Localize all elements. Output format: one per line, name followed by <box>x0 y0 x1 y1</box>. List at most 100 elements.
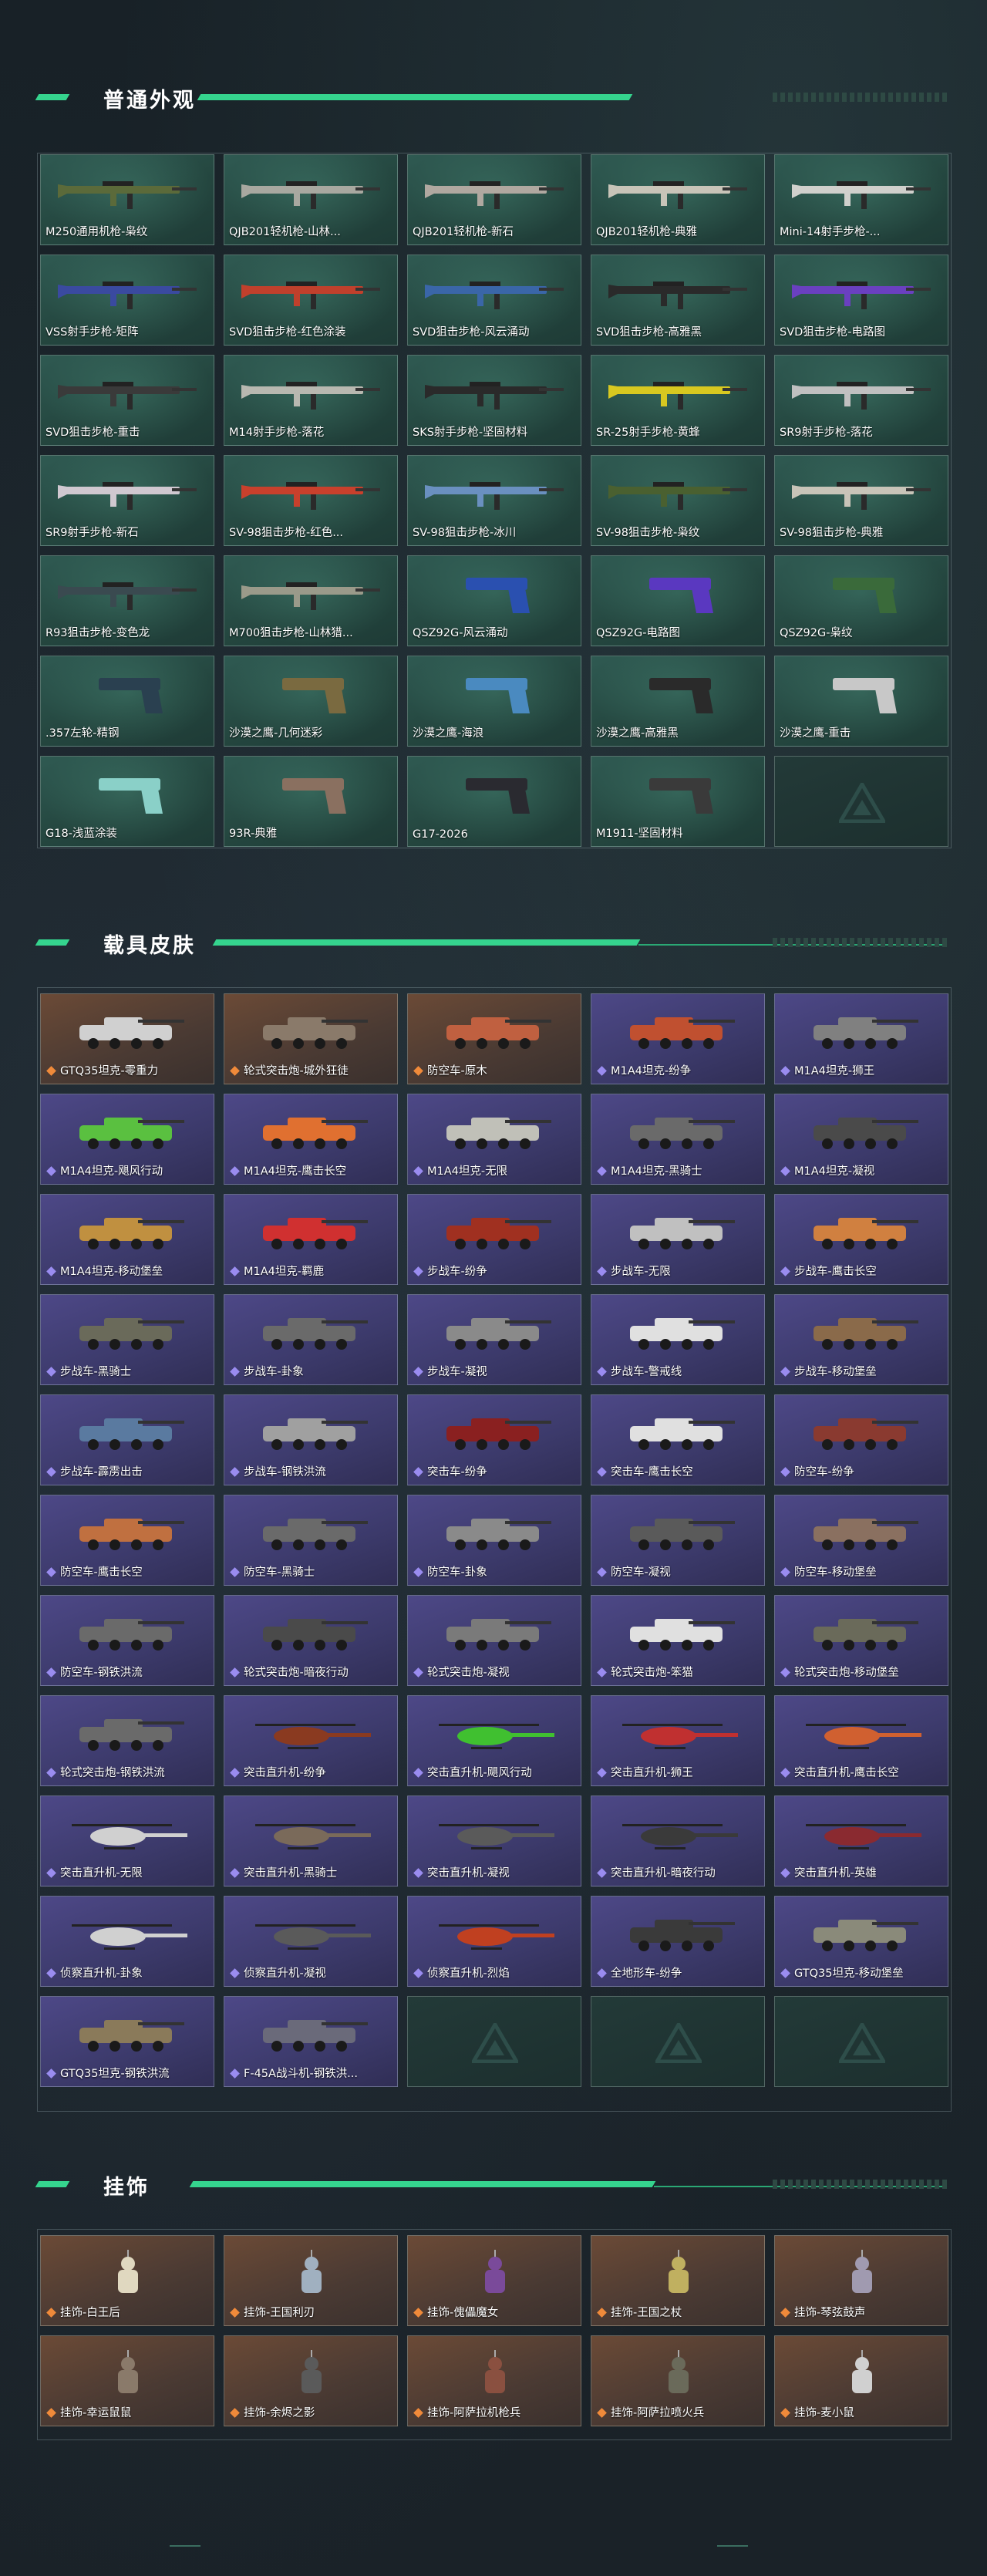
charm-card[interactable]: 挂饰-傀儡魔女 <box>407 2235 581 2326</box>
vehicle-skin-card[interactable]: 步战车-凝视 <box>407 1294 581 1385</box>
charm-card[interactable]: 挂饰-余烬之影 <box>224 2335 398 2426</box>
vehicle-skin-card[interactable]: 步战车-移动堡垒 <box>774 1294 948 1385</box>
weapon-skin-card[interactable]: SVD狙击步枪-重击 <box>40 355 214 446</box>
vehicle-skin-card[interactable]: 步战车-鹰击长空 <box>774 1194 948 1285</box>
vehicle-skin-card[interactable]: 步战车-黑骑士 <box>40 1294 214 1385</box>
vehicle-skin-card[interactable]: 防空车-鹰击长空 <box>40 1495 214 1586</box>
weapon-skin-card[interactable]: QSZ92G-风云涌动 <box>407 555 581 646</box>
weapon-skin-card[interactable]: SVD狙击步枪-风云涌动 <box>407 255 581 346</box>
vehicle-skin-card[interactable]: 突击直升机-纷争 <box>224 1695 398 1786</box>
vehicle-skin-card[interactable]: M1A4坦克-鹰击长空 <box>224 1094 398 1185</box>
weapon-skin-card[interactable]: SVD狙击步枪-电路图 <box>774 255 948 346</box>
weapon-skin-card[interactable]: .357左轮-精钢 <box>40 656 214 747</box>
weapon-skin-card[interactable]: R93狙击步枪-变色龙 <box>40 555 214 646</box>
vehicle-skin-card[interactable]: 防空车-卦象 <box>407 1495 581 1586</box>
vehicle-skin-card[interactable]: 突击直升机-狮王 <box>591 1695 765 1786</box>
vehicle-skin-card[interactable]: GTQ35坦克-移动堡垒 <box>774 1896 948 1987</box>
weapon-skin-card[interactable]: 沙漠之鹰-海浪 <box>407 656 581 747</box>
vehicle-skin-card[interactable]: 轮式突击炮-笨猫 <box>591 1595 765 1686</box>
vehicle-skin-card[interactable]: 轮式突击炮-凝视 <box>407 1595 581 1686</box>
vehicle-skin-card[interactable]: 轮式突击炮-暗夜行动 <box>224 1595 398 1686</box>
weapon-skin-card[interactable]: QSZ92G-电路图 <box>591 555 765 646</box>
vehicle-skin-card[interactable]: M1A4坦克-黑骑士 <box>591 1094 765 1185</box>
weapon-skin-card[interactable]: SKS射手步枪-坚固材料 <box>407 355 581 446</box>
weapon-skin-card[interactable]: SR9射手步枪-新石 <box>40 455 214 546</box>
vehicle-skin-card[interactable]: 步战车-警戒线 <box>591 1294 765 1385</box>
weapon-skin-card[interactable]: SV-98狙击步枪-典雅 <box>774 455 948 546</box>
weapon-skin-card[interactable]: QSZ92G-枭纹 <box>774 555 948 646</box>
vehicle-skin-card[interactable]: GTQ35坦克-零重力 <box>40 993 214 1084</box>
vehicle-skin-card[interactable]: 防空车-纷争 <box>774 1394 948 1485</box>
vehicle-skin-card[interactable]: 防空车-黑骑士 <box>224 1495 398 1586</box>
weapon-skin-card[interactable]: SVD狙击步枪-高雅黑 <box>591 255 765 346</box>
vehicle-skin-card[interactable]: M1A4坦克-纷争 <box>591 993 765 1084</box>
weapon-skin-card[interactable]: 沙漠之鹰-几何迷彩 <box>224 656 398 747</box>
vehicle-skin-card[interactable]: 突击直升机-英雄 <box>774 1795 948 1886</box>
vehicle-image <box>79 1719 184 1751</box>
vehicle-skin-card[interactable]: F-45A战斗机-钢铁洪... <box>224 1996 398 2087</box>
vehicle-skin-card[interactable]: 防空车-移动堡垒 <box>774 1495 948 1586</box>
vehicle-skin-card[interactable]: 步战车-无限 <box>591 1194 765 1285</box>
weapon-skin-card[interactable]: QJB201轻机枪-典雅 <box>591 154 765 245</box>
charm-card[interactable]: 挂饰-幸运鼠鼠 <box>40 2335 214 2426</box>
vehicle-skin-card[interactable]: 突击直升机-鹰击长空 <box>774 1695 948 1786</box>
vehicle-skin-card[interactable]: M1A4坦克-狮王 <box>774 993 948 1084</box>
vehicle-skin-card[interactable]: 突击车-纷争 <box>407 1394 581 1485</box>
vehicle-skin-card[interactable]: 防空车-钢铁洪流 <box>40 1595 214 1686</box>
weapon-skin-card[interactable]: G18-浅蓝涂装 <box>40 756 214 847</box>
vehicle-skin-card[interactable]: 突击直升机-凝视 <box>407 1795 581 1886</box>
vehicle-skin-card[interactable]: M1A4坦克-无限 <box>407 1094 581 1185</box>
charm-card[interactable]: 挂饰-白王后 <box>40 2235 214 2326</box>
weapon-skin-card[interactable]: SVD狙击步枪-红色涂装 <box>224 255 398 346</box>
weapon-skin-card[interactable]: 93R-典雅 <box>224 756 398 847</box>
vehicle-skin-card[interactable]: 突击直升机-暗夜行动 <box>591 1795 765 1886</box>
weapon-skin-card[interactable]: M700狙击步枪-山林猎... <box>224 555 398 646</box>
vehicle-skin-card[interactable]: M1A4坦克-羁鹿 <box>224 1194 398 1285</box>
charm-card[interactable]: 挂饰-阿萨拉机枪兵 <box>407 2335 581 2426</box>
weapon-skin-card[interactable]: SV-98狙击步枪-枭纹 <box>591 455 765 546</box>
card-label-text: M1A4坦克-鹰击长空 <box>244 1165 347 1178</box>
charm-card[interactable]: 挂饰-麦小鼠 <box>774 2335 948 2426</box>
vehicle-skin-card[interactable]: 侦察直升机-烈焰 <box>407 1896 581 1987</box>
vehicle-skin-card[interactable]: 突击车-鹰击长空 <box>591 1394 765 1485</box>
vehicle-skin-card[interactable]: M1A4坦克-飓风行动 <box>40 1094 214 1185</box>
card-label: M1A4坦克-黑骑士 <box>596 1162 761 1178</box>
charm-card[interactable]: 挂饰-王国利刃 <box>224 2235 398 2326</box>
weapon-skin-card[interactable]: Mini-14射手步枪-... <box>774 154 948 245</box>
vehicle-skin-card[interactable]: 轮式突击炮-钢铁洪流 <box>40 1695 214 1786</box>
weapon-skin-card[interactable]: 沙漠之鹰-高雅黑 <box>591 656 765 747</box>
vehicle-skin-card[interactable]: 侦察直升机-凝视 <box>224 1896 398 1987</box>
weapon-skin-card[interactable]: M1911-坚固材料 <box>591 756 765 847</box>
vehicle-skin-card[interactable]: 步战车-卦象 <box>224 1294 398 1385</box>
vehicle-skin-card[interactable]: 轮式突击炮-城外狂徒 <box>224 993 398 1084</box>
weapon-skin-card[interactable]: M14射手步枪-落花 <box>224 355 398 446</box>
weapon-skin-card[interactable]: SR-25射手步枪-黄蜂 <box>591 355 765 446</box>
vehicle-skin-card[interactable]: 轮式突击炮-移动堡垒 <box>774 1595 948 1686</box>
vehicle-skin-card[interactable]: 步战车-霹雳出击 <box>40 1394 214 1485</box>
vehicle-skin-card[interactable]: 防空车-凝视 <box>591 1495 765 1586</box>
vehicle-skin-card[interactable]: 突击直升机-飓风行动 <box>407 1695 581 1786</box>
weapon-skin-card[interactable]: SV-98狙击步枪-冰川 <box>407 455 581 546</box>
weapon-skin-card[interactable]: 沙漠之鹰-重击 <box>774 656 948 747</box>
vehicle-skin-card[interactable]: 步战车-纷争 <box>407 1194 581 1285</box>
vehicle-skin-card[interactable]: 侦察直升机-卦象 <box>40 1896 214 1987</box>
vehicle-skin-card[interactable]: M1A4坦克-凝视 <box>774 1094 948 1185</box>
weapon-skin-card[interactable]: QJB201轻机枪-新石 <box>407 154 581 245</box>
weapon-skin-card[interactable]: M250通用机枪-枭纹 <box>40 154 214 245</box>
weapon-skin-card[interactable]: SR9射手步枪-落花 <box>774 355 948 446</box>
charm-card[interactable]: 挂饰-琴弦鼓声 <box>774 2235 948 2326</box>
vehicle-skin-card[interactable]: 全地形车-纷争 <box>591 1896 765 1987</box>
charm-card[interactable]: 挂饰-王国之杖 <box>591 2235 765 2326</box>
vehicle-skin-card[interactable]: 防空车-原木 <box>407 993 581 1084</box>
vehicle-skin-card[interactable]: 突击直升机-无限 <box>40 1795 214 1886</box>
weapon-skin-card[interactable]: G17-2026 <box>407 756 581 847</box>
vehicle-skin-card[interactable]: GTQ35坦克-钢铁洪流 <box>40 1996 214 2087</box>
vehicle-skin-card[interactable]: 突击直升机-黑骑士 <box>224 1795 398 1886</box>
weapon-skin-card[interactable]: VSS射手步枪-矩阵 <box>40 255 214 346</box>
weapon-skin-card[interactable]: SV-98狙击步枪-红色... <box>224 455 398 546</box>
vehicle-skin-card[interactable]: M1A4坦克-移动堡垒 <box>40 1194 214 1285</box>
vehicle-skin-card[interactable]: 步战车-钢铁洪流 <box>224 1394 398 1485</box>
charm-card[interactable]: 挂饰-阿萨拉喷火兵 <box>591 2335 765 2426</box>
weapon-skin-card[interactable]: QJB201轻机枪-山林... <box>224 154 398 245</box>
weapon-image <box>649 778 713 814</box>
